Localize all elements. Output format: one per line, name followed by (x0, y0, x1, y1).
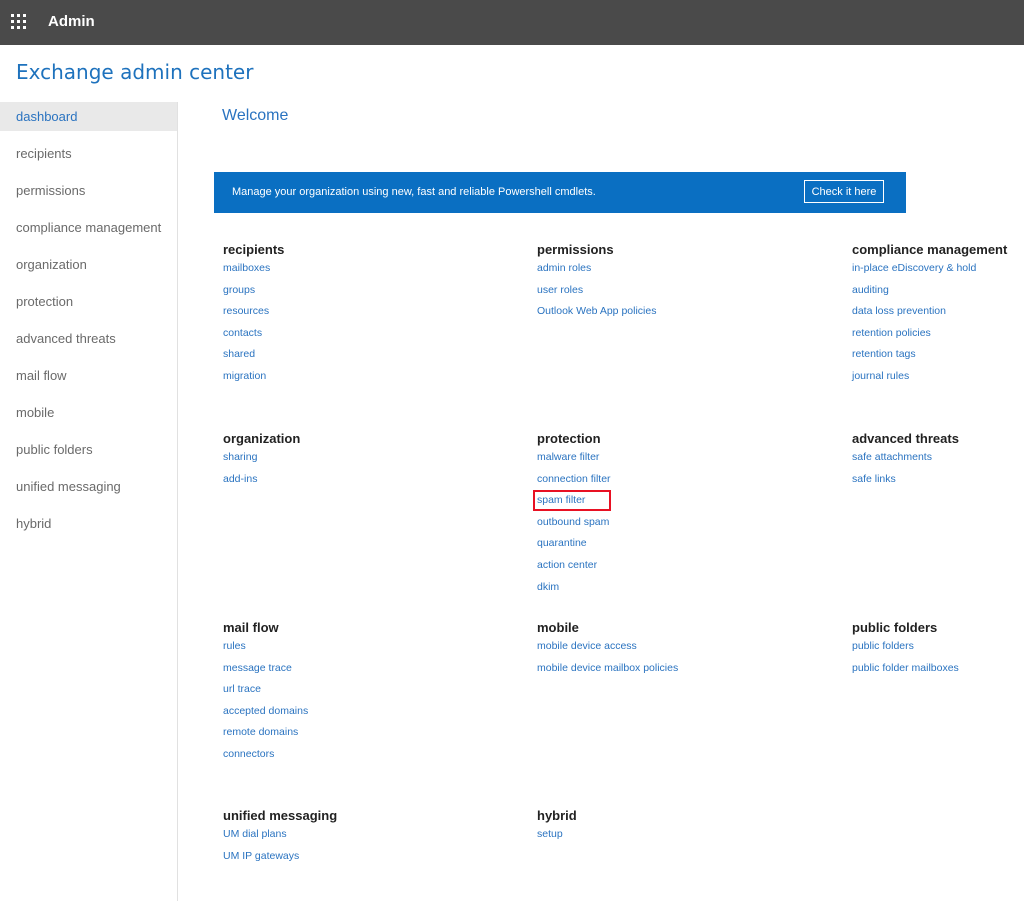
section-advanced-threats: advanced threats safe attachments safe l… (852, 431, 1024, 494)
link-groups[interactable]: groups (223, 284, 423, 306)
link-safe-attachments[interactable]: safe attachments (852, 451, 1024, 473)
link-public-folder-mailboxes[interactable]: public folder mailboxes (852, 662, 1024, 684)
sidebar: dashboard recipients permissions complia… (0, 102, 178, 901)
sidebar-item-permissions[interactable]: permissions (0, 176, 177, 205)
sidebar-item-compliance-management[interactable]: compliance management (0, 213, 177, 242)
app-launcher-icon[interactable] (11, 14, 28, 31)
link-safe-links[interactable]: safe links (852, 473, 1024, 495)
section-heading: mobile (537, 620, 579, 635)
section-heading: compliance management (852, 242, 1008, 257)
section-heading: hybrid (537, 808, 577, 823)
sidebar-item-unified-messaging[interactable]: unified messaging (0, 472, 177, 501)
link-mobile-device-access[interactable]: mobile device access (537, 640, 737, 662)
link-in-place-ediscovery-hold[interactable]: in-place eDiscovery & hold (852, 262, 1024, 284)
link-outlook-web-app-policies[interactable]: Outlook Web App policies (537, 305, 737, 327)
page-title: Welcome (222, 107, 289, 124)
link-auditing[interactable]: auditing (852, 284, 1024, 306)
section-mobile: mobile mobile device access mobile devic… (537, 620, 737, 683)
link-quarantine[interactable]: quarantine (537, 537, 737, 559)
link-action-center[interactable]: action center (537, 559, 737, 581)
link-um-ip-gateways[interactable]: UM IP gateways (223, 850, 423, 872)
sidebar-item-dashboard[interactable]: dashboard (0, 102, 177, 131)
top-bar: Admin (0, 0, 1024, 45)
powershell-banner: Manage your organization using new, fast… (214, 172, 906, 213)
link-contacts[interactable]: contacts (223, 327, 423, 349)
section-public-folders: public folders public folders public fol… (852, 620, 1024, 683)
section-heading: permissions (537, 242, 614, 257)
section-permissions: permissions admin roles user roles Outlo… (537, 242, 737, 327)
app-title: Exchange admin center (16, 60, 254, 84)
sidebar-item-hybrid[interactable]: hybrid (0, 509, 177, 538)
link-um-dial-plans[interactable]: UM dial plans (223, 828, 423, 850)
sidebar-item-protection[interactable]: protection (0, 287, 177, 316)
section-protection: protection malware filter connection fil… (537, 431, 737, 602)
section-heading: mail flow (223, 620, 279, 635)
link-mobile-device-mailbox-policies[interactable]: mobile device mailbox policies (537, 662, 737, 684)
section-hybrid: hybrid setup (537, 808, 737, 850)
sidebar-item-organization[interactable]: organization (0, 250, 177, 279)
link-setup[interactable]: setup (537, 828, 737, 850)
link-retention-policies[interactable]: retention policies (852, 327, 1024, 349)
link-user-roles[interactable]: user roles (537, 284, 737, 306)
sidebar-item-recipients[interactable]: recipients (0, 139, 177, 168)
section-heading: unified messaging (223, 808, 338, 823)
section-unified-messaging: unified messaging UM dial plans UM IP ga… (223, 808, 423, 871)
link-add-ins[interactable]: add-ins (223, 473, 423, 495)
link-message-trace[interactable]: message trace (223, 662, 423, 684)
link-accepted-domains[interactable]: accepted domains (223, 705, 423, 727)
link-data-loss-prevention[interactable]: data loss prevention (852, 305, 1024, 327)
link-outbound-spam[interactable]: outbound spam (537, 516, 737, 538)
link-sharing[interactable]: sharing (223, 451, 423, 473)
section-recipients: recipients mailboxes groups resources co… (223, 242, 423, 392)
section-heading: protection (537, 431, 601, 446)
link-journal-rules[interactable]: journal rules (852, 370, 1024, 392)
sidebar-item-public-folders[interactable]: public folders (0, 435, 177, 464)
link-mailboxes[interactable]: mailboxes (223, 262, 423, 284)
check-it-here-button[interactable]: Check it here (804, 180, 884, 203)
link-migration[interactable]: migration (223, 370, 423, 392)
link-rules[interactable]: rules (223, 640, 423, 662)
sidebar-item-mail-flow[interactable]: mail flow (0, 361, 177, 390)
spam-filter-highlight (533, 490, 611, 511)
top-bar-title[interactable]: Admin (48, 13, 95, 30)
link-resources[interactable]: resources (223, 305, 423, 327)
section-heading: advanced threats (852, 431, 959, 446)
link-dkim[interactable]: dkim (537, 581, 737, 603)
sidebar-item-advanced-threats[interactable]: advanced threats (0, 324, 177, 353)
link-retention-tags[interactable]: retention tags (852, 348, 1024, 370)
link-admin-roles[interactable]: admin roles (537, 262, 737, 284)
section-compliance-management: compliance management in-place eDiscover… (852, 242, 1024, 392)
sidebar-item-mobile[interactable]: mobile (0, 398, 177, 427)
section-heading: recipients (223, 242, 285, 257)
section-mail-flow: mail flow rules message trace url trace … (223, 620, 423, 770)
link-shared[interactable]: shared (223, 348, 423, 370)
link-remote-domains[interactable]: remote domains (223, 726, 423, 748)
banner-text: Manage your organization using new, fast… (232, 186, 596, 198)
link-connectors[interactable]: connectors (223, 748, 423, 770)
section-heading: organization (223, 431, 301, 446)
section-organization: organization sharing add-ins (223, 431, 423, 494)
link-public-folders[interactable]: public folders (852, 640, 1024, 662)
link-malware-filter[interactable]: malware filter (537, 451, 737, 473)
section-heading: public folders (852, 620, 938, 635)
link-url-trace[interactable]: url trace (223, 683, 423, 705)
